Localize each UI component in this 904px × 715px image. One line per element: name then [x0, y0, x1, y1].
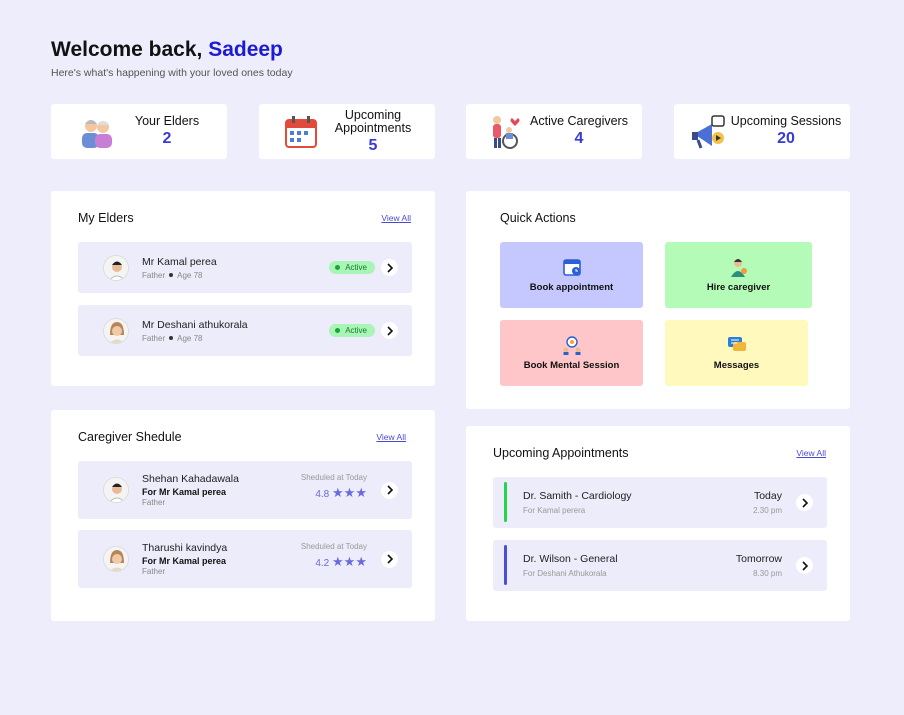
caregiver-schedule-card: Caregiver Shedule View All Shehan Kahada… — [51, 410, 435, 621]
user-name: Sadeep — [208, 38, 283, 61]
elder-name: Mr Kamal perea — [142, 255, 217, 268]
status-badge: Active — [329, 324, 375, 337]
quick-action-label: Hire caregiver — [706, 282, 771, 293]
list-item[interactable]: Mr Deshani athukorala Father Age 78 Activ… — [78, 305, 412, 356]
stat-label: Upcoming Appointments — [334, 107, 412, 135]
stat-value: 4 — [574, 130, 584, 147]
appointment-title: Dr. Wilson - General — [523, 553, 618, 565]
appointment-for: For Deshani Athukorala — [523, 569, 607, 578]
elder-age: Age 78 — [177, 270, 203, 280]
elders-icon — [82, 119, 112, 148]
stat-card-appointments[interactable]: Upcoming Appointments 5 — [259, 104, 435, 159]
avatar — [103, 546, 129, 572]
elder-name: Mr Deshani athukorala — [142, 318, 248, 331]
rating-value: 4.2 — [315, 558, 330, 569]
greeting-text: Welcome back, — [51, 38, 209, 61]
status-dot-icon — [335, 328, 341, 333]
appointment-for: For Kamal perera — [523, 506, 586, 515]
chevron-right-icon[interactable] — [381, 259, 398, 276]
chevron-right-icon[interactable] — [796, 494, 813, 511]
status-dot-icon — [335, 265, 341, 270]
chevron-right-icon[interactable] — [796, 557, 813, 574]
rating-value: 4.8 — [315, 489, 330, 500]
view-all-link[interactable]: View All — [381, 213, 411, 223]
rating: 4.8 ★★★ — [301, 485, 367, 501]
stat-label: Your Elders — [134, 114, 200, 128]
caregiver-name: Tharushi kavindya — [142, 542, 228, 554]
star-icons: ★★★ — [332, 485, 367, 500]
quick-action-label: Book appointment — [529, 282, 614, 293]
schedule-time: Sheduled at Today — [300, 542, 367, 551]
elder-age: Age 78 — [177, 333, 203, 343]
caregiver-relation: Father — [142, 498, 166, 507]
card-title: Quick Actions — [500, 211, 576, 225]
stat-card-caregivers[interactable]: Active Caregivers 4 — [466, 104, 642, 159]
caregiver-relation: Father — [142, 567, 166, 576]
appointment-color-bar — [504, 482, 507, 522]
card-title: My Elders — [78, 211, 134, 225]
status-badge: Active — [329, 261, 375, 274]
list-item[interactable]: Shehan Kahadawala For Mr Kamal perea Fat… — [78, 461, 412, 519]
quick-actions-card: Quick Actions Book appointment Hire care… — [466, 191, 850, 409]
megaphone-icon — [692, 114, 725, 149]
card-title: Upcoming Appointments — [493, 446, 629, 460]
separator-dot — [169, 273, 174, 278]
appointment-item[interactable]: Dr. Samith - Cardiology For Kamal perera… — [493, 477, 827, 528]
stat-value: 20 — [777, 130, 795, 147]
appointment-color-bar — [504, 545, 507, 585]
stat-value: 2 — [162, 130, 172, 147]
mental-session-icon — [563, 336, 580, 355]
calendar-icon — [562, 259, 581, 276]
appointment-time: 8.30 pm — [753, 569, 782, 578]
caregiver-for: For Mr Kamal perea — [142, 487, 227, 497]
caregiver-name: Shehan Kahadawala — [142, 473, 239, 485]
elder-relation: Father — [142, 333, 166, 343]
quick-action-label: Book Mental Session — [523, 360, 620, 371]
chevron-right-icon[interactable] — [381, 550, 398, 568]
stat-label: Active Caregivers — [530, 114, 628, 128]
appointment-item[interactable]: Dr. Wilson - General For Deshani Athukor… — [493, 540, 827, 591]
schedule-time: Sheduled at Today — [300, 473, 367, 482]
stat-card-elders[interactable]: Your Elders 2 — [51, 104, 227, 159]
appointment-title: Dr. Samith - Cardiology — [523, 490, 632, 502]
appointment-day: Tomorrow — [735, 553, 782, 565]
separator-dot — [169, 336, 174, 341]
stat-card-sessions[interactable]: Upcoming Sessions 20 — [674, 104, 850, 159]
view-all-link[interactable]: View All — [376, 432, 406, 442]
rating: 4.2 ★★★ — [301, 554, 367, 570]
chevron-right-icon[interactable] — [381, 481, 398, 499]
view-all-link[interactable]: View All — [796, 448, 826, 458]
stat-value: 5 — [368, 136, 378, 154]
avatar — [103, 254, 129, 281]
chat-icon — [727, 337, 746, 351]
appointment-day: Today — [753, 490, 782, 502]
caregiver-icon — [493, 115, 520, 149]
page-subtitle: Here's what's happening with your loved … — [51, 67, 293, 79]
stat-label: Upcoming Sessions — [730, 114, 842, 128]
upcoming-appointments-card: Upcoming Appointments View All Dr. Samit… — [466, 426, 850, 621]
card-title: Caregiver Shedule — [78, 430, 182, 444]
my-elders-card: My Elders View All Mr Kamal perea Father… — [51, 191, 435, 386]
avatar — [103, 477, 129, 503]
caregiver-person-icon — [730, 259, 747, 277]
appointment-time: 2.30 pm — [753, 506, 782, 515]
book-appointment-button[interactable]: Book appointment — [500, 242, 643, 308]
hire-caregiver-button[interactable]: Hire caregiver — [665, 242, 812, 308]
chevron-right-icon[interactable] — [381, 322, 398, 339]
messages-button[interactable]: Messages — [665, 320, 808, 386]
calendar-icon — [285, 115, 317, 148]
elder-relation: Father — [142, 270, 166, 280]
status-text: Active — [345, 326, 367, 335]
avatar — [103, 317, 129, 344]
list-item[interactable]: Mr Kamal perea Father Age 78 Active — [78, 242, 412, 293]
star-icons: ★★★ — [332, 554, 367, 569]
status-text: Active — [345, 263, 367, 272]
page-title: Welcome back, Sadeep — [51, 38, 283, 62]
caregiver-for: For Mr Kamal perea — [142, 556, 227, 566]
quick-action-label: Messages — [713, 360, 760, 371]
book-mental-session-button[interactable]: Book Mental Session — [500, 320, 643, 386]
list-item[interactable]: Tharushi kavindya For Mr Kamal perea Fat… — [78, 530, 412, 588]
